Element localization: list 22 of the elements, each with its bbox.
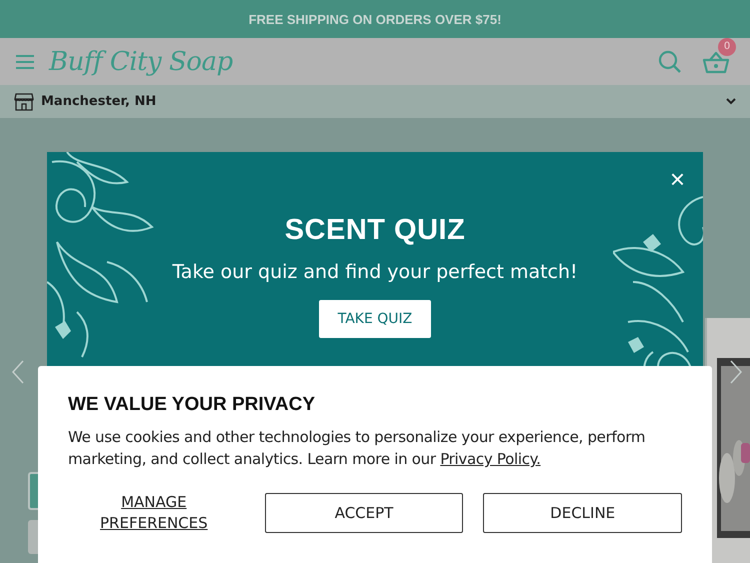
chevron-down-icon[interactable] [726,98,736,105]
cart-count-badge: 0 [718,38,736,56]
cookie-title: WE VALUE YOUR PRIVACY [68,394,316,416]
search-icon[interactable] [658,50,682,74]
chevron-right-icon[interactable] [730,360,742,384]
basket-icon[interactable] [702,50,730,74]
quiz-title: SCENT QUIZ [284,214,466,247]
cookie-button[interactable]: DECLINE [483,493,682,533]
location-bar[interactable]: Manchester, NH [0,85,750,118]
store-location: Manchester, NH [41,94,156,109]
quiz-subtitle: Take our quiz and find your perfect match! [172,261,578,283]
cookie-text: We use cookies and other technologies to personalize your experience, perform marketing, and collect analytics. Learn more in our Privacy Policy. [68,427,646,470]
take-quiz-button[interactable]: TAKE QUIZ [319,300,431,338]
promo-text: FREE SHIPPING ON ORDERS OVER $75! [248,12,502,26]
hero-button[interactable] [28,520,38,554]
cookie-button[interactable]: ACCEPT [264,493,464,533]
chevron-left-icon[interactable] [12,360,24,384]
menu-icon[interactable] [15,54,35,70]
close-button[interactable]: × [668,166,687,192]
store-icon [14,92,34,110]
privacy-policy-link[interactable]: Privacy Policy. [440,450,541,468]
hero-button[interactable] [28,472,38,510]
